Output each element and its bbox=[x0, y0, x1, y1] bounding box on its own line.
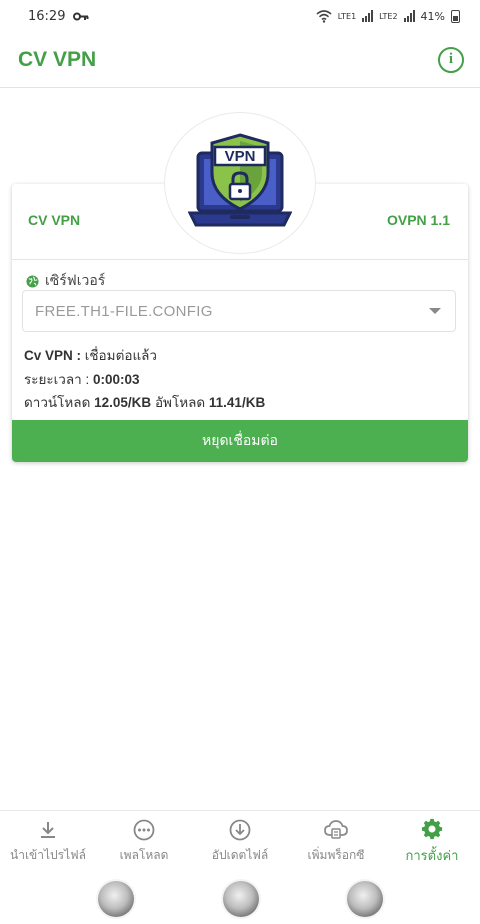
signal-2-icon bbox=[403, 10, 415, 22]
battery-percent: 41% bbox=[420, 9, 445, 23]
connection-duration: ระยะเวลา : 0:00:03 bbox=[24, 368, 140, 390]
download-value: 12.05/KB bbox=[94, 395, 152, 410]
status-bar: 16:29 LTE1 LTE2 41% bbox=[0, 0, 480, 32]
status-value: เชื่อมต่อแล้ว bbox=[84, 348, 157, 363]
sim2-label: LTE2 bbox=[379, 11, 398, 21]
vpn-logo: VPN bbox=[165, 113, 315, 253]
upload-label: อัพโหลด bbox=[154, 395, 206, 410]
nav-settings-label: การตั้งค่า bbox=[405, 849, 459, 864]
chevron-down-icon bbox=[429, 308, 441, 314]
duration-value: 0:00:03 bbox=[92, 372, 140, 387]
nav-more[interactable]: เพลโหลด bbox=[96, 811, 192, 872]
server-label-text: เซิร์ฟเวอร์ bbox=[45, 273, 106, 289]
nav-settings[interactable]: การตั้งค่า bbox=[384, 811, 480, 872]
logo-text: VPN bbox=[225, 148, 256, 165]
server-select-value: FREE.TH1-FILE.CONFIG bbox=[35, 302, 213, 320]
info-button[interactable]: i bbox=[438, 46, 464, 73]
nav-import-label: นำเข้าไปรไฟล์ bbox=[10, 848, 86, 862]
nav-more-label: เพลโหลด bbox=[119, 848, 169, 862]
settings-icon bbox=[420, 817, 444, 841]
update-icon bbox=[228, 818, 252, 842]
server-label: เซิร์ฟเวอร์ bbox=[26, 270, 105, 292]
status-left: 16:29 bbox=[28, 9, 89, 24]
signal-1-icon bbox=[362, 10, 374, 22]
app-title: CV VPN bbox=[18, 47, 97, 71]
nav-proxy-label: เพิ่มพร็อกซี bbox=[307, 848, 365, 862]
avatar[interactable] bbox=[347, 881, 383, 917]
vpn-laptop-shield-icon: VPN bbox=[188, 133, 292, 227]
version-label: OVPN 1.1 bbox=[386, 212, 450, 228]
nav-import[interactable]: นำเข้าไปรไฟล์ bbox=[0, 811, 96, 872]
more-icon bbox=[132, 818, 156, 842]
disconnect-button[interactable]: หยุดเชื่อมต่อ bbox=[12, 420, 468, 462]
avatars-row bbox=[0, 876, 480, 924]
app-bar: CV VPN i bbox=[0, 32, 480, 88]
nav-update-label: อัปเดตไฟล์ bbox=[211, 848, 269, 862]
app-name-label: CV VPN bbox=[28, 212, 81, 228]
proxy-icon bbox=[324, 818, 348, 842]
avatar[interactable] bbox=[223, 881, 259, 917]
wifi-icon bbox=[316, 9, 332, 23]
status-time: 16:29 bbox=[28, 8, 66, 24]
download-label: ดาวน์โหลด bbox=[24, 395, 91, 410]
status-right: LTE1 LTE2 41% bbox=[316, 9, 460, 23]
connection-status: Cv VPN : เชื่อมต่อแล้ว bbox=[24, 344, 157, 366]
traffic-stats: ดาวน์โหลด 12.05/KB อัพโหลด 11.41/KB bbox=[24, 391, 265, 413]
import-icon bbox=[36, 818, 60, 842]
nav-update[interactable]: อัปเดตไฟล์ bbox=[192, 811, 288, 872]
vpn-key-icon bbox=[73, 12, 89, 20]
sim1-label: LTE1 bbox=[337, 11, 357, 21]
upload-value: 11.41/KB bbox=[208, 395, 266, 410]
status-prefix: Cv VPN : bbox=[24, 348, 82, 363]
duration-prefix: ระยะเวลา : bbox=[24, 372, 90, 387]
server-select[interactable]: FREE.TH1-FILE.CONFIG bbox=[22, 290, 456, 332]
globe-icon bbox=[26, 274, 39, 288]
avatar[interactable] bbox=[98, 881, 134, 917]
battery-icon bbox=[451, 9, 460, 23]
nav-proxy[interactable]: เพิ่มพร็อกซี bbox=[288, 811, 384, 872]
info-icon: i bbox=[448, 51, 454, 67]
bottom-nav: นำเข้าไปรไฟล์ เพลโหลด อัปเดตไฟล์ เพิ่มพร… bbox=[0, 810, 480, 872]
